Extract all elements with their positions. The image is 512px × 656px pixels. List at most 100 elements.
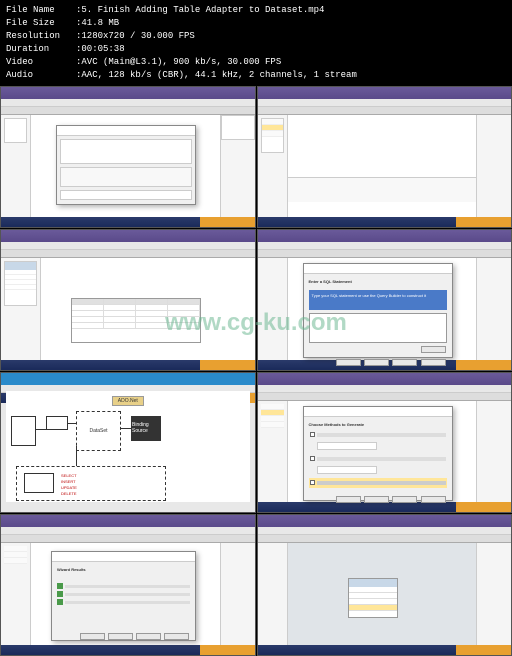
toolbar <box>1 535 255 543</box>
item <box>261 422 284 428</box>
select-label: SELECT <box>61 473 77 478</box>
wizard-heading: Choose Methods to Generate <box>309 422 447 430</box>
query-builder-button <box>421 346 446 353</box>
toolbar <box>1 107 255 115</box>
check-icon <box>57 591 63 597</box>
fill-method-name-input <box>317 442 377 450</box>
update-label: UPDATE <box>61 485 77 490</box>
connector <box>121 428 131 429</box>
binding-source-box: Binding Source <box>131 416 161 441</box>
thumbnail-4[interactable]: Enter a SQL Statement Type your SQL stat… <box>257 229 512 371</box>
checkbox <box>310 456 315 461</box>
filesize-value: 41.8 MB <box>81 17 506 30</box>
item <box>4 558 27 564</box>
sql-pane <box>60 190 192 200</box>
finish-button <box>392 359 417 366</box>
taskbar <box>1 645 255 655</box>
query-grid-area <box>41 258 255 360</box>
menubar <box>258 242 512 250</box>
thumbnail-5[interactable]: ADO.Net DataSet Binding Source SELECT IN… <box>0 372 256 514</box>
dataset-label: DataSet <box>89 428 107 434</box>
connector <box>76 446 77 466</box>
fill-datatable-option <box>309 430 447 440</box>
video-label: Video <box>6 56 76 69</box>
cancel-button <box>421 359 446 366</box>
table-schema-box <box>4 261 37 306</box>
window-titlebar <box>258 87 512 99</box>
thumbnail-6[interactable]: Choose Methods to Generate <box>257 372 512 514</box>
query-panes <box>60 139 192 164</box>
solution-explorer <box>476 401 511 503</box>
thumbnail-7[interactable]: Wizard Results <box>0 514 256 656</box>
previous-button <box>80 633 105 640</box>
thumbnail-8[interactable] <box>257 514 512 656</box>
result-item <box>57 599 190 605</box>
menubar <box>1 99 255 107</box>
datatable-box <box>348 578 398 618</box>
thumbnail-3[interactable] <box>0 229 256 371</box>
filename-label: File Name <box>6 4 76 17</box>
cancel-button <box>421 496 446 503</box>
resolution-label: Resolution <box>6 30 76 43</box>
header-cell <box>136 299 168 304</box>
dialog-titlebar <box>52 552 195 562</box>
binding-label: Binding Source <box>132 422 160 434</box>
finish-button <box>136 633 161 640</box>
wizard-heading: Wizard Results <box>57 567 190 575</box>
instruction-banner: Type your SQL statement or use the Query… <box>309 290 447 310</box>
criteria-grid <box>71 298 201 343</box>
audio-label: Audio <box>6 69 76 82</box>
previous-button <box>336 359 361 366</box>
solution-explorer <box>476 543 511 645</box>
window-titlebar <box>258 373 512 385</box>
sql-source-box <box>24 473 54 493</box>
dialog-titlebar <box>57 126 195 136</box>
toolbox-panel <box>4 118 27 143</box>
thumbnail-2[interactable] <box>257 86 512 228</box>
adapter-row <box>349 605 397 611</box>
filename-value: 5. Finish Adding Table Adapter to Datase… <box>81 4 506 17</box>
insert-label: INSERT <box>61 479 76 484</box>
connector <box>36 429 46 430</box>
output-panel <box>288 177 477 202</box>
designer-surface <box>288 115 477 217</box>
methods-wizard-dialog: Choose Methods to Generate <box>303 406 453 501</box>
duration-value: 00:05:38 <box>81 43 506 56</box>
taskbar <box>258 645 512 655</box>
solution-explorer <box>476 258 511 360</box>
return-datatable-option <box>309 454 447 464</box>
column-item <box>5 285 36 290</box>
main-area: Enter a SQL Statement Type your SQL stat… <box>288 258 477 360</box>
filesize-label: File Size <box>6 17 76 30</box>
grid-pane <box>60 167 192 187</box>
next-button <box>108 633 133 640</box>
dataset-container: DataSet <box>76 411 121 451</box>
main-area: Wizard Results <box>31 543 220 645</box>
left-sidebar <box>258 258 288 360</box>
audio-value: AAC, 128 kb/s (CBR), 44.1 kHz, 2 channel… <box>81 69 506 82</box>
left-sidebar <box>1 543 31 645</box>
taskbar-badge <box>200 645 255 655</box>
result-item <box>57 583 190 589</box>
taskbar <box>258 217 512 227</box>
taskbar <box>1 217 255 227</box>
cancel-button <box>164 633 189 640</box>
taskbar-badge <box>200 217 255 227</box>
next-button <box>364 359 389 366</box>
adapter-box <box>46 416 68 430</box>
menubar <box>258 99 512 107</box>
connector <box>68 423 76 424</box>
sql-wizard-dialog: Enter a SQL Statement Type your SQL stat… <box>303 263 453 358</box>
toolbar <box>258 107 512 115</box>
thumbnail-1[interactable] <box>0 86 256 228</box>
left-sidebar <box>258 115 288 217</box>
taskbar-badge <box>456 360 511 370</box>
panel <box>221 115 255 140</box>
solution-explorer <box>220 115 255 217</box>
finish-button <box>392 496 417 503</box>
previous-button <box>336 496 361 503</box>
create-methods-option <box>309 478 447 488</box>
checkbox <box>310 432 315 437</box>
taskbar-badge <box>456 645 511 655</box>
table-header <box>5 262 36 270</box>
